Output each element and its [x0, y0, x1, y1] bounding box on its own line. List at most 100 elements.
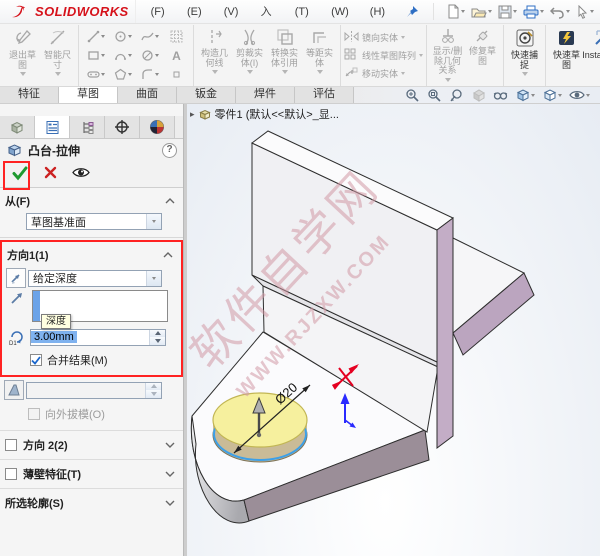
propertymanager-tab[interactable]: [35, 116, 70, 138]
linear-pattern-button[interactable]: 线性草图阵列: [344, 47, 424, 64]
polygon-tool-caret-icon[interactable]: [127, 73, 132, 76]
repair-sketch-button[interactable]: 修复草图: [465, 25, 500, 86]
collapse-chevron-icon[interactable]: [163, 249, 173, 261]
tab-surfaces[interactable]: 曲面: [118, 87, 177, 103]
from-section-header[interactable]: 从(F): [0, 188, 183, 211]
new-file-caret-icon[interactable]: [461, 10, 465, 13]
zoom-selection-icon[interactable]: [449, 88, 464, 102]
convert-entities-caret-icon[interactable]: [281, 70, 288, 75]
smart-dimension-caret-icon[interactable]: [54, 72, 61, 77]
end-condition-arrow-icon[interactable]: [146, 270, 161, 286]
view-orientation-caret-icon[interactable]: [531, 93, 535, 97]
zoom-fit-icon[interactable]: [405, 88, 420, 102]
end-condition-select[interactable]: 给定深度: [28, 269, 162, 287]
new-file-button[interactable]: [444, 3, 467, 20]
trim-entities-button[interactable]: 剪裁实体(I): [232, 25, 267, 86]
tree-expand-icon[interactable]: ▸: [190, 109, 195, 120]
quick-snaps-caret-icon[interactable]: [521, 72, 528, 77]
hide-show-items-icon[interactable]: [569, 89, 590, 101]
move-entities-button[interactable]: 移动实体: [344, 65, 423, 82]
direction1-section-header[interactable]: 方向1(1): [2, 242, 181, 265]
from-select-arrow-icon[interactable]: [146, 214, 161, 229]
display-relations-button[interactable]: 显示/删除几何关系: [430, 25, 465, 86]
display-style-caret-icon[interactable]: [558, 93, 562, 97]
thin-feature-checkbox[interactable]: [5, 468, 17, 480]
circle-tool-caret-icon[interactable]: [127, 35, 132, 38]
move-entities-caret-icon[interactable]: [401, 72, 406, 75]
point-tool-button[interactable]: [163, 70, 190, 79]
expand-chevron-icon[interactable]: [165, 497, 175, 509]
fillet-tool-caret-icon[interactable]: [154, 73, 159, 76]
open-file-button[interactable]: [469, 4, 494, 20]
dimxpertmanager-tab[interactable]: [105, 116, 140, 138]
help-icon[interactable]: ?: [162, 142, 177, 158]
save-caret-icon[interactable]: [513, 10, 517, 13]
direction2-section-header[interactable]: 方向 2(2): [0, 430, 183, 459]
arc-tool-button[interactable]: [109, 49, 136, 62]
save-button[interactable]: [496, 4, 519, 20]
quick-snaps-button[interactable]: 快速捕捉: [507, 25, 542, 86]
featuremanager-tab[interactable]: [0, 116, 35, 138]
select-button[interactable]: [574, 4, 596, 20]
polygon-tool-button[interactable]: [109, 68, 136, 81]
ok-check-button[interactable]: [11, 165, 29, 184]
spin-up-icon[interactable]: [150, 329, 165, 337]
offset-entities-button[interactable]: 等距实体: [302, 25, 337, 86]
rectangle-tool-caret-icon[interactable]: [100, 54, 105, 57]
tab-sheet-metal[interactable]: 钣金: [177, 87, 236, 103]
draft-button[interactable]: [4, 380, 24, 400]
smart-dimension-button[interactable]: 智能尺寸: [40, 25, 75, 86]
merge-result-row[interactable]: 合并结果(M): [30, 352, 177, 368]
exit-sketch-caret-icon[interactable]: [19, 72, 26, 77]
fillet-tool-button[interactable]: [136, 68, 163, 81]
selected-contours-section-header[interactable]: 所选轮廓(S): [0, 488, 183, 517]
slot-tool-caret-icon[interactable]: [100, 73, 105, 76]
section-view-icon[interactable]: [471, 88, 486, 102]
collapse-chevron-icon[interactable]: [165, 195, 175, 207]
undo-caret-icon[interactable]: [566, 10, 570, 13]
ellipse-tool-button[interactable]: [136, 49, 163, 62]
offset-entities-caret-icon[interactable]: [316, 70, 323, 75]
print-button[interactable]: [521, 4, 546, 20]
arc-tool-caret-icon[interactable]: [127, 54, 132, 57]
configurationmanager-tab[interactable]: [70, 116, 105, 138]
instant2d-button[interactable]: Instant2D: [582, 25, 600, 86]
exit-sketch-button[interactable]: 退出草图: [5, 25, 40, 86]
tab-weldments[interactable]: 焊件: [236, 87, 295, 103]
expand-chevron-icon[interactable]: [165, 439, 175, 451]
rapid-sketch-button[interactable]: 快速草图: [549, 25, 584, 86]
slot-tool-button[interactable]: [82, 68, 109, 81]
linear-pattern-caret-icon[interactable]: [419, 54, 424, 57]
merge-result-checkbox[interactable]: [30, 354, 42, 366]
tree-root-label[interactable]: 零件1 (默认<<默认>_显...: [215, 106, 339, 122]
depth-value-spinner[interactable]: 3.00mm: [30, 328, 166, 346]
tab-sketch[interactable]: 草图: [59, 87, 118, 103]
ellipse-tool-caret-icon[interactable]: [154, 54, 159, 57]
pattern-grid-icon[interactable]: [163, 30, 190, 43]
undo-button[interactable]: [548, 4, 572, 20]
preview-eye-button[interactable]: [72, 166, 90, 182]
open-file-caret-icon[interactable]: [488, 10, 492, 13]
pin-menu-icon[interactable]: [406, 5, 419, 18]
convert-entities-button[interactable]: 转换实体引用: [267, 25, 302, 86]
construction-geometry-caret-icon[interactable]: [211, 70, 218, 75]
text-tool-button[interactable]: A: [163, 49, 190, 63]
rectangle-tool-button[interactable]: [82, 49, 109, 62]
spin-down-icon[interactable]: [150, 337, 165, 345]
cancel-x-button[interactable]: [44, 166, 57, 182]
displaymanager-tab[interactable]: [140, 116, 175, 138]
thin-feature-section-header[interactable]: 薄壁特征(T): [0, 459, 183, 488]
spline-tool-button[interactable]: [136, 30, 163, 43]
depth-value[interactable]: 3.00mm: [31, 331, 77, 343]
zoom-area-icon[interactable]: [427, 88, 442, 102]
graphics-viewport[interactable]: ▸ 零件1 (默认<<默认>_显... 软件自学网 WWW.RJZXW.COM …: [187, 104, 600, 556]
trim-entities-caret-icon[interactable]: [246, 70, 253, 75]
hide-show-caret-icon[interactable]: [586, 93, 590, 97]
circle-tool-button[interactable]: [109, 30, 136, 43]
spinner-arrows[interactable]: [149, 329, 165, 345]
view-orientation-icon[interactable]: [515, 88, 535, 102]
print-caret-icon[interactable]: [540, 10, 544, 13]
tab-features[interactable]: 特征: [0, 87, 59, 103]
display-relations-caret-icon[interactable]: [444, 77, 451, 82]
line-tool-caret-icon[interactable]: [100, 35, 105, 38]
